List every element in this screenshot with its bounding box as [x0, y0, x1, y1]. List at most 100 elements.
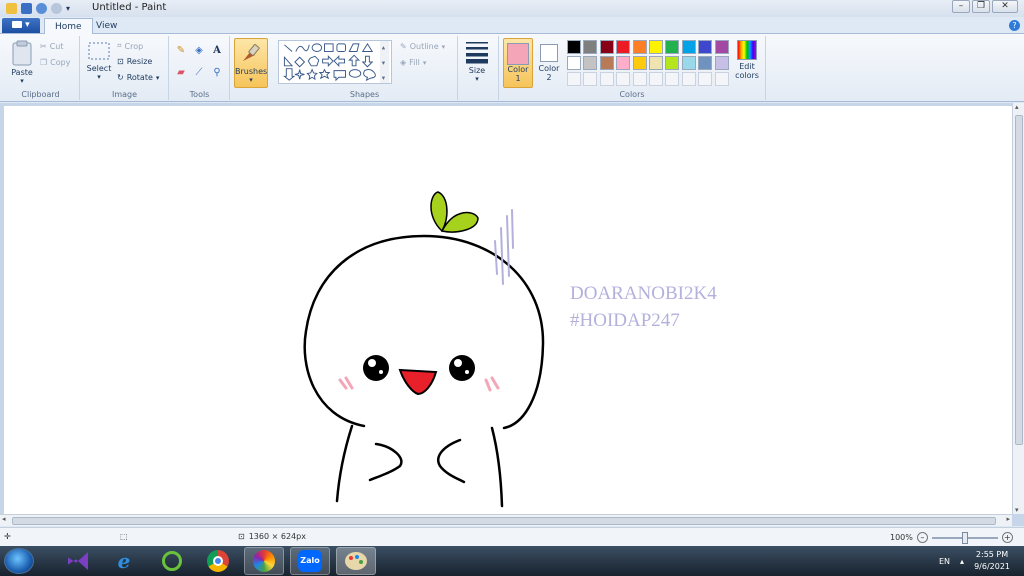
save-icon[interactable]	[21, 3, 32, 14]
palette-swatch[interactable]	[665, 40, 680, 54]
size-label: Size	[468, 66, 486, 75]
palette-swatch[interactable]	[599, 40, 614, 54]
start-button[interactable]	[4, 548, 34, 574]
palette-empty-slot[interactable]	[567, 72, 581, 86]
green-app-icon	[162, 551, 182, 571]
palette-swatch[interactable]	[698, 40, 713, 54]
close-button[interactable]: ✕	[992, 0, 1018, 13]
color2-button[interactable]: Color 2	[535, 38, 563, 88]
edit-colors-button[interactable]: Edit colors	[731, 40, 763, 80]
taskbar-chrome[interactable]	[198, 547, 238, 575]
eraser-icon[interactable]: ▰	[174, 66, 188, 80]
pencil-icon[interactable]: ✎	[174, 44, 188, 58]
palette-swatch[interactable]	[616, 56, 631, 70]
fill-button[interactable]: ◈ Fill ▾	[400, 58, 426, 67]
taskbar-internet-explorer[interactable]: e	[104, 547, 144, 575]
palette-empty-slot[interactable]	[583, 72, 598, 86]
fill-bucket-icon[interactable]: ◈	[192, 44, 206, 58]
taskbar-zalo[interactable]: Zalo	[290, 547, 330, 575]
palette-swatch[interactable]	[681, 56, 696, 70]
palette-swatch[interactable]	[632, 40, 647, 54]
horizontal-scrollbar[interactable]: ◂ ▸	[0, 514, 1012, 526]
copy-button[interactable]: ❐ Copy	[40, 58, 70, 67]
rotate-button[interactable]: ↻ Rotate ▾	[117, 73, 159, 82]
customize-qat-icon[interactable]: ▾	[66, 4, 70, 13]
crop-button[interactable]: ⌗ Crop	[117, 41, 143, 51]
redo-icon[interactable]	[51, 3, 62, 14]
size-button[interactable]: Size ▾	[462, 40, 492, 83]
color2-swatch	[540, 44, 558, 62]
colors-group: Color 1 Color 2 Edit colors Colors	[498, 36, 766, 100]
title-bar: ▾ Untitled - Paint – ❐ ✕	[0, 0, 1024, 17]
magnifier-icon[interactable]: ⚲	[210, 66, 224, 80]
help-icon[interactable]: ?	[1009, 20, 1020, 31]
canvas-workspace: DOARANOBI2K4 #HOIDAP247	[0, 103, 1024, 526]
maximize-button[interactable]: ❐	[972, 0, 990, 13]
select-button[interactable]: Select ▾	[85, 40, 113, 81]
file-menu-button[interactable]: ▾	[2, 18, 40, 33]
palette-empty-slot[interactable]	[649, 72, 663, 86]
palette-swatch[interactable]	[681, 40, 696, 54]
undo-icon[interactable]	[36, 3, 47, 14]
scroll-up-arrow[interactable]: ▴	[1015, 103, 1019, 111]
palette-empty-slot[interactable]	[698, 72, 713, 86]
canvas-text-line2: #HOIDAP247	[570, 310, 680, 331]
palette-empty-slot[interactable]	[632, 72, 647, 86]
paste-button[interactable]: Paste ▾	[6, 40, 38, 85]
brushes-button[interactable]: Brushes ▾	[234, 38, 268, 88]
palette-swatch[interactable]	[616, 40, 631, 54]
cut-button[interactable]: ✂ Cut	[40, 42, 64, 51]
palette-swatch[interactable]	[649, 56, 663, 70]
paint-app-icon[interactable]	[6, 3, 17, 14]
minimize-button[interactable]: –	[952, 0, 970, 13]
palette-swatch[interactable]	[665, 56, 680, 70]
palette-swatch[interactable]	[583, 40, 598, 54]
palette-swatch[interactable]	[714, 56, 729, 70]
outline-button[interactable]: ✎ Outline ▾	[400, 42, 445, 51]
window-controls: – ❐ ✕	[952, 0, 1018, 13]
scroll-right-arrow[interactable]: ▸	[1006, 515, 1010, 523]
taskbar-app-green[interactable]	[152, 547, 192, 575]
taskbar-picasa[interactable]	[244, 547, 284, 575]
palette-swatch[interactable]	[599, 56, 614, 70]
zoom-out-icon[interactable]: –	[916, 532, 928, 543]
resize-button[interactable]: ⊡ Resize	[117, 57, 152, 66]
chrome-icon	[207, 550, 229, 572]
text-tool-icon[interactable]: A	[210, 44, 224, 58]
taskbar-paint[interactable]	[336, 547, 376, 575]
zoom-slider-thumb[interactable]	[961, 531, 968, 544]
shapes-gallery[interactable]: ▴ ▾ ▾	[278, 40, 392, 84]
horizontal-scroll-thumb[interactable]	[12, 517, 996, 525]
colors-group-label: Colors	[619, 90, 645, 99]
palette-empty-slot[interactable]	[714, 72, 729, 86]
clock[interactable]: 2:55 PM 9/6/2021	[974, 549, 1010, 573]
language-indicator[interactable]: EN	[939, 557, 950, 566]
zoom-in-icon[interactable]: +	[1001, 532, 1013, 543]
ribbon-tabs: ▾ Home View ?	[0, 17, 1024, 34]
palette-empty-slot[interactable]	[665, 72, 680, 86]
palette-empty-slot[interactable]	[599, 72, 614, 86]
scroll-left-arrow[interactable]: ◂	[2, 515, 6, 523]
color-picker-icon[interactable]: ⟋	[192, 66, 206, 80]
palette-swatch[interactable]	[714, 40, 729, 54]
palette-empty-slot[interactable]	[616, 72, 631, 86]
paste-icon	[12, 40, 32, 66]
zoom-slider[interactable]	[931, 531, 998, 544]
palette-swatch[interactable]	[649, 40, 663, 54]
vertical-scrollbar[interactable]: ▴ ▾	[1012, 103, 1024, 514]
color1-button[interactable]: Color 1	[503, 38, 533, 88]
drawing-canvas[interactable]: DOARANOBI2K4 #HOIDAP247	[4, 106, 1012, 514]
tab-view[interactable]: View	[86, 18, 127, 34]
palette-swatch[interactable]	[567, 56, 581, 70]
tools-group-label: Tools	[189, 90, 210, 99]
outline-icon: ✎	[400, 42, 407, 51]
palette-swatch[interactable]	[698, 56, 713, 70]
palette-swatch[interactable]	[632, 56, 647, 70]
tray-expand-icon[interactable]: ▴	[960, 557, 964, 566]
palette-swatch[interactable]	[567, 40, 581, 54]
palette-swatch[interactable]	[583, 56, 598, 70]
taskbar-visual-studio[interactable]	[58, 547, 98, 575]
scroll-down-arrow[interactable]: ▾	[1015, 506, 1019, 514]
palette-empty-slot[interactable]	[681, 72, 696, 86]
vertical-scroll-thumb[interactable]	[1015, 115, 1023, 445]
